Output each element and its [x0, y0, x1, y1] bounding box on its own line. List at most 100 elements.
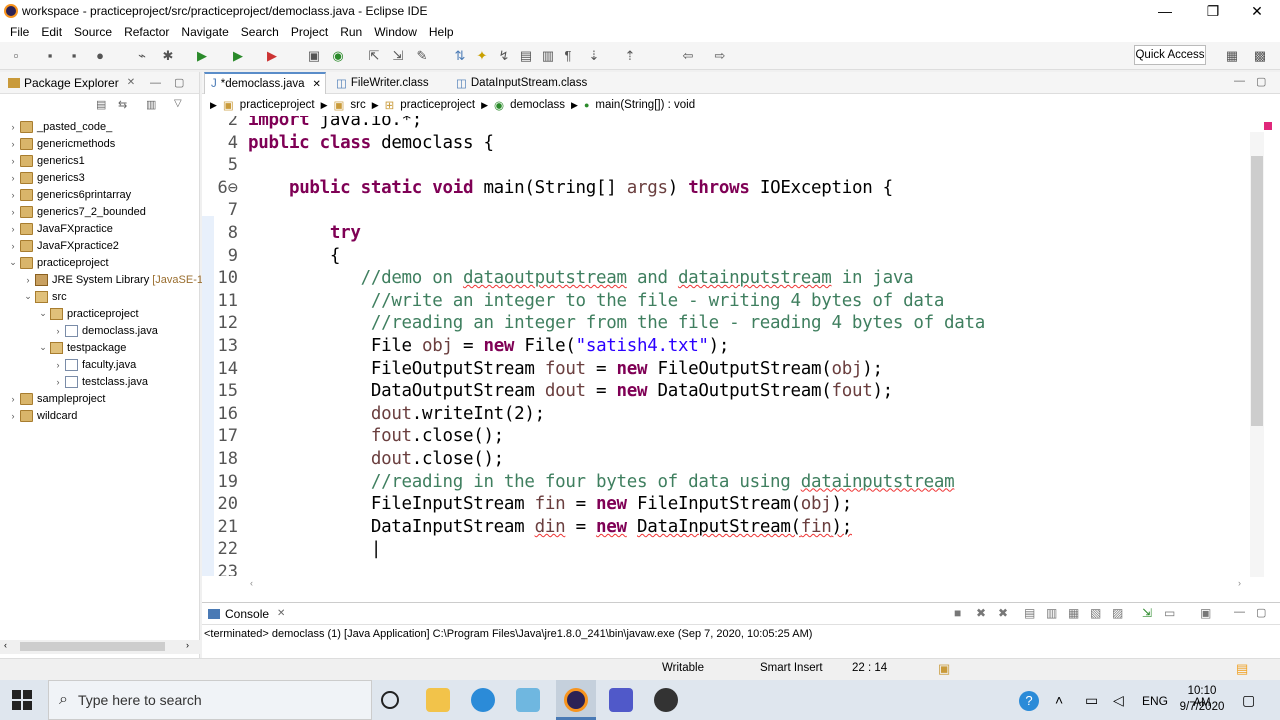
- tree-item[interactable]: › generics6printarray: [8, 186, 131, 203]
- menu-search[interactable]: Search: [241, 25, 279, 39]
- code-line[interactable]: public class democlass {: [248, 133, 494, 153]
- java-perspective-icon[interactable]: ▩: [1252, 48, 1268, 64]
- language-indicator[interactable]: ENG: [1142, 694, 1168, 708]
- menu-source[interactable]: Source: [74, 25, 112, 39]
- horizontal-scrollbar[interactable]: ‹ ›: [0, 640, 200, 654]
- eclipse-task-active[interactable]: [556, 680, 596, 720]
- clock-date[interactable]: 9/7/2020: [1178, 701, 1226, 713]
- open-console-icon[interactable]: ▣: [1200, 606, 1211, 620]
- show-stderr-icon[interactable]: ▨: [1112, 606, 1123, 620]
- bug-icon[interactable]: ✱: [160, 48, 176, 64]
- expand-toggle-icon[interactable]: ›: [8, 156, 18, 166]
- code-line[interactable]: fout.close();: [248, 426, 504, 446]
- display-console-icon[interactable]: ▭: [1164, 606, 1175, 620]
- expand-toggle-icon[interactable]: ›: [8, 207, 18, 217]
- breadcrumb-package[interactable]: practiceproject: [400, 99, 475, 111]
- code-line[interactable]: dout.writeInt(2);: [248, 404, 545, 424]
- code-line[interactable]: import java.io.*;: [248, 116, 422, 130]
- code-line[interactable]: |: [248, 539, 382, 559]
- tree-item[interactable]: › JavaFXpractice: [8, 220, 113, 237]
- scrollbar-thumb[interactable]: [1251, 156, 1263, 426]
- menu-window[interactable]: Window: [374, 25, 417, 39]
- maximize-view-icon[interactable]: ▢: [174, 76, 184, 89]
- menu-file[interactable]: File: [10, 25, 29, 39]
- build-status-icon[interactable]: ▣: [938, 661, 950, 677]
- close-console-icon[interactable]: ✕: [277, 608, 285, 619]
- code-line[interactable]: //demo on dataoutputstream and datainput…: [248, 268, 914, 288]
- code-line[interactable]: //reading in the four bytes of data usin…: [248, 472, 955, 492]
- windows-start-icon[interactable]: [12, 690, 32, 710]
- menu-refactor[interactable]: Refactor: [124, 25, 169, 39]
- code-line[interactable]: //reading an integer from the file - rea…: [248, 313, 985, 333]
- expand-toggle-icon[interactable]: ›: [23, 275, 33, 285]
- expand-toggle-icon[interactable]: ›: [8, 190, 18, 200]
- tree-item[interactable]: ⌄ testpackage: [38, 339, 126, 356]
- tree-item[interactable]: › sampleproject: [8, 390, 105, 407]
- new-icon[interactable]: ▫: [8, 48, 24, 64]
- tree-item[interactable]: › JRE System Library [JavaSE-1: [23, 271, 203, 288]
- perspective-open-icon[interactable]: ▦: [1224, 48, 1240, 64]
- link-editor-icon[interactable]: ⇆: [118, 98, 127, 111]
- restore-button[interactable]: ❐: [1190, 0, 1236, 22]
- open-task-icon[interactable]: ⇲: [390, 48, 406, 64]
- tree-item[interactable]: ⌄ practiceproject: [8, 254, 109, 271]
- code-line[interactable]: public static void main(String[] args) t…: [248, 178, 893, 198]
- console-title[interactable]: Console: [225, 607, 269, 621]
- show-stdout-icon[interactable]: ▧: [1090, 606, 1101, 620]
- expand-toggle-icon[interactable]: ›: [53, 360, 63, 370]
- block-select-icon[interactable]: ↯: [496, 48, 512, 64]
- notifications-icon[interactable]: ▢: [1242, 692, 1255, 709]
- taskbar-search[interactable]: ⌕ Type here to search: [48, 680, 372, 720]
- expand-toggle-icon[interactable]: ›: [8, 139, 18, 149]
- run-icon[interactable]: ▶: [194, 48, 210, 64]
- save-icon[interactable]: ▪: [42, 48, 58, 64]
- close-tab-icon[interactable]: ✕: [312, 79, 320, 90]
- tab-datainputstream[interactable]: ◫ DataInputStream.class: [450, 72, 593, 94]
- debug-icon[interactable]: ●: [92, 48, 108, 64]
- expand-toggle-icon[interactable]: ›: [8, 122, 18, 132]
- close-button[interactable]: ✕: [1234, 0, 1280, 22]
- rss-icon[interactable]: ▤: [1236, 661, 1248, 677]
- overview-marker[interactable]: [1264, 122, 1272, 130]
- search-toolbar-icon[interactable]: ✎: [414, 48, 430, 64]
- tree-item[interactable]: › generics7_2_bounded: [8, 203, 146, 220]
- toggle-mark-icon[interactable]: ⇅: [452, 48, 468, 64]
- tree-item[interactable]: › testclass.java: [53, 373, 148, 390]
- expand-toggle-icon[interactable]: ›: [53, 377, 63, 387]
- clear-console-icon[interactable]: ▤: [1024, 606, 1035, 620]
- maximize-editor-icon[interactable]: ▢: [1256, 75, 1266, 88]
- code-line[interactable]: {: [248, 246, 341, 266]
- new-java-project-icon[interactable]: ▣: [306, 48, 322, 64]
- battery-icon[interactable]: ▭: [1085, 692, 1098, 709]
- tree-item[interactable]: › democlass.java: [53, 322, 158, 339]
- tree-item[interactable]: › JavaFXpractice2: [8, 237, 119, 254]
- menu-project[interactable]: Project: [291, 25, 328, 39]
- tree-item[interactable]: › _pasted_code_: [8, 118, 112, 135]
- forward-icon[interactable]: ⇨: [712, 48, 728, 64]
- tree-item[interactable]: › wildcard: [8, 407, 77, 424]
- code-line[interactable]: //write an integer to the file - writing…: [248, 291, 945, 311]
- expand-toggle-icon[interactable]: ›: [8, 411, 18, 421]
- show-whitespace-icon[interactable]: ▤: [518, 48, 534, 64]
- code-line[interactable]: FileOutputStream fout = new FileOutputSt…: [248, 359, 883, 379]
- pin-console-icon[interactable]: ⇲: [1142, 606, 1152, 620]
- status-insert-mode[interactable]: Smart Insert: [760, 662, 823, 674]
- menu-edit[interactable]: Edit: [41, 25, 62, 39]
- expand-toggle-icon[interactable]: ⌄: [38, 342, 48, 353]
- code-area[interactable]: 2 import java.io.*; 4 public class democlas…: [202, 116, 1252, 576]
- file-explorer-icon[interactable]: [426, 688, 450, 712]
- teams-icon[interactable]: [609, 688, 633, 712]
- tree-item[interactable]: › generics1: [8, 152, 85, 169]
- prev-annotation-icon[interactable]: ⇡: [622, 48, 638, 64]
- coverage-icon[interactable]: ▶: [230, 48, 246, 64]
- scroll-lock-icon[interactable]: ▥: [1046, 606, 1057, 620]
- help-icon[interactable]: ?: [1019, 691, 1039, 711]
- tray-chevron-icon[interactable]: ˄: [1055, 692, 1063, 708]
- menu-run[interactable]: Run: [340, 25, 362, 39]
- tree-item[interactable]: › faculty.java: [53, 356, 136, 373]
- breadcrumb-class[interactable]: democlass: [510, 99, 565, 111]
- save-all-icon[interactable]: ▪: [66, 48, 82, 64]
- expand-toggle-icon[interactable]: ›: [8, 224, 18, 234]
- expand-toggle-icon[interactable]: ›: [8, 173, 18, 183]
- expand-toggle-icon[interactable]: ›: [53, 326, 63, 336]
